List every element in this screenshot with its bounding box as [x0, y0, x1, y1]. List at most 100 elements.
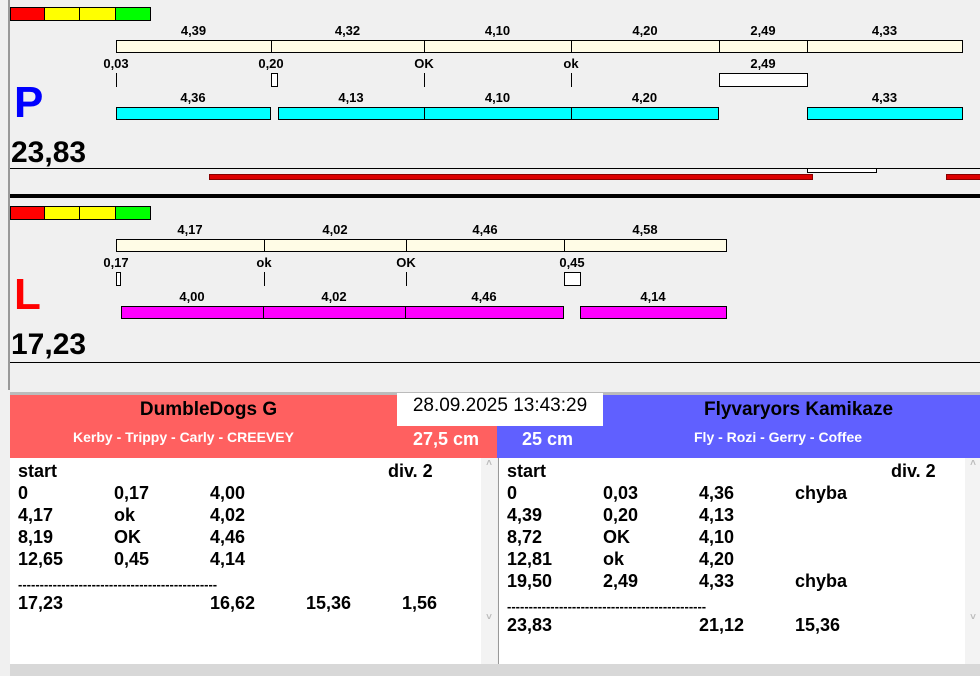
segment-label: 4,02 [322, 222, 348, 237]
list-total-cell: 1,56 [402, 593, 438, 613]
split-label: 0,17 [103, 255, 129, 270]
run-bar [405, 306, 564, 319]
list-cell: 4,17 [18, 505, 54, 525]
split-label: OK [396, 255, 416, 270]
list-cell: 8,19 [18, 527, 54, 547]
right-team-list[interactable]: ˄ ˅ start div. 2 0 0,03 4,36 chyba 4,39 0,20 4,13 8… [498, 458, 980, 664]
list-cell: 0 [507, 483, 518, 503]
segment-bar [807, 40, 963, 53]
split-box [116, 272, 121, 286]
datetime: 28.09.2025 13:43:29 [397, 393, 603, 426]
l-timeline [10, 362, 980, 363]
list-cell: OK [603, 527, 630, 547]
run-bar [424, 107, 572, 120]
list-separator: ----------------------------------------… [18, 577, 218, 592]
segment-bar [271, 40, 425, 53]
segment-bar [571, 40, 720, 53]
run-bar [571, 107, 719, 120]
status-color-block [10, 206, 45, 220]
segment-label: 4,39 [180, 23, 207, 38]
split-box [719, 73, 808, 87]
run-label: 4,33 [871, 90, 898, 105]
run-label: 4,36 [180, 90, 206, 105]
list-header-start: start [507, 461, 547, 481]
list-separator: ----------------------------------------… [507, 599, 707, 614]
status-strip [10, 664, 980, 676]
list-cell: 4,20 [699, 549, 735, 569]
section-divider [10, 194, 980, 198]
list-cell: 12,65 [18, 549, 64, 569]
p-progress-marker [807, 168, 877, 173]
list-cell: 0,03 [603, 483, 639, 503]
p-progress-bar-tail [946, 174, 980, 180]
list-cell: 4,10 [699, 527, 735, 547]
left-team-members: Kerby - Trippy - Carly - CREEVEY [73, 429, 294, 445]
list-cell: 4,46 [210, 527, 246, 547]
list-header-division: div. 2 [388, 461, 433, 481]
split-tick [424, 73, 425, 87]
status-color-block [115, 7, 151, 21]
run-bar [263, 306, 406, 319]
split-label: ok [256, 255, 272, 270]
segment-label: 4,17 [177, 222, 203, 237]
scrollbar[interactable]: ˄ ˅ [481, 458, 497, 664]
list-total-cell: 23,83 [507, 615, 553, 635]
split-box [271, 73, 278, 87]
status-color-block [79, 206, 116, 220]
l-letter: L [14, 270, 41, 319]
scrollbar[interactable]: ˄ ˅ [965, 458, 980, 664]
split-tick [116, 73, 117, 87]
status-color-block [44, 206, 80, 220]
split-label: 2,49 [750, 56, 776, 71]
split-tick [571, 73, 572, 87]
list-header-division: div. 2 [891, 461, 936, 481]
list-header-start: start [18, 461, 58, 481]
list-cell: 4,36 [699, 483, 735, 503]
split-box [564, 272, 581, 286]
segment-bar [116, 40, 272, 53]
run-label: 4,14 [640, 289, 666, 304]
run-label: 4,20 [631, 90, 658, 105]
list-cell: ok [603, 549, 625, 569]
list-cell: 4,14 [210, 549, 246, 569]
segment-bar [424, 40, 572, 53]
segment-label: 4,46 [472, 222, 498, 237]
list-cell: 12,81 [507, 549, 553, 569]
list-cell: 4,00 [210, 483, 246, 503]
p-letter: P [14, 78, 44, 127]
list-cell: 8,72 [507, 527, 543, 547]
left-team-size: 27,5 cm [413, 429, 480, 449]
list-cell: chyba [795, 571, 848, 591]
p-progress-bar [209, 174, 813, 180]
run-label: 4,46 [471, 289, 497, 304]
run-bar [580, 306, 727, 319]
segment-label: 4,10 [484, 23, 511, 38]
split-label: 0,03 [103, 56, 129, 71]
run-label: 4,10 [484, 90, 511, 105]
right-team-size: 25 cm [522, 429, 574, 449]
segment-label: 4,58 [632, 222, 658, 237]
run-label: 4,13 [338, 90, 364, 105]
list-cell: 2,49 [603, 571, 639, 591]
segment-bar [719, 40, 808, 53]
run-bar [116, 107, 271, 120]
list-cell: 4,39 [507, 505, 543, 525]
list-cell: 4,33 [699, 571, 735, 591]
p-total: 23,83 [11, 136, 87, 169]
list-total-cell: 15,36 [795, 615, 841, 635]
left-team-list[interactable]: ˄ ˅ start div. 2 0 0,17 4,00 4,17 ok 4,02 8,19 OK 4,… [10, 458, 497, 664]
status-color-block [44, 7, 80, 21]
segment-bar [116, 239, 265, 252]
l-total: 17,23 [11, 328, 87, 361]
run-label: 4,02 [321, 289, 347, 304]
split-label: ok [563, 56, 579, 71]
list-cell: 0,17 [114, 483, 150, 503]
split-label: OK [414, 56, 434, 71]
split-label: 0,20 [258, 56, 284, 71]
list-total-cell: 15,36 [306, 593, 352, 613]
list-total-cell: 21,12 [699, 615, 745, 635]
segment-label: 2,49 [750, 23, 776, 38]
run-bar [121, 306, 264, 319]
list-cell: chyba [795, 483, 848, 503]
list-cell: 0 [18, 483, 29, 503]
